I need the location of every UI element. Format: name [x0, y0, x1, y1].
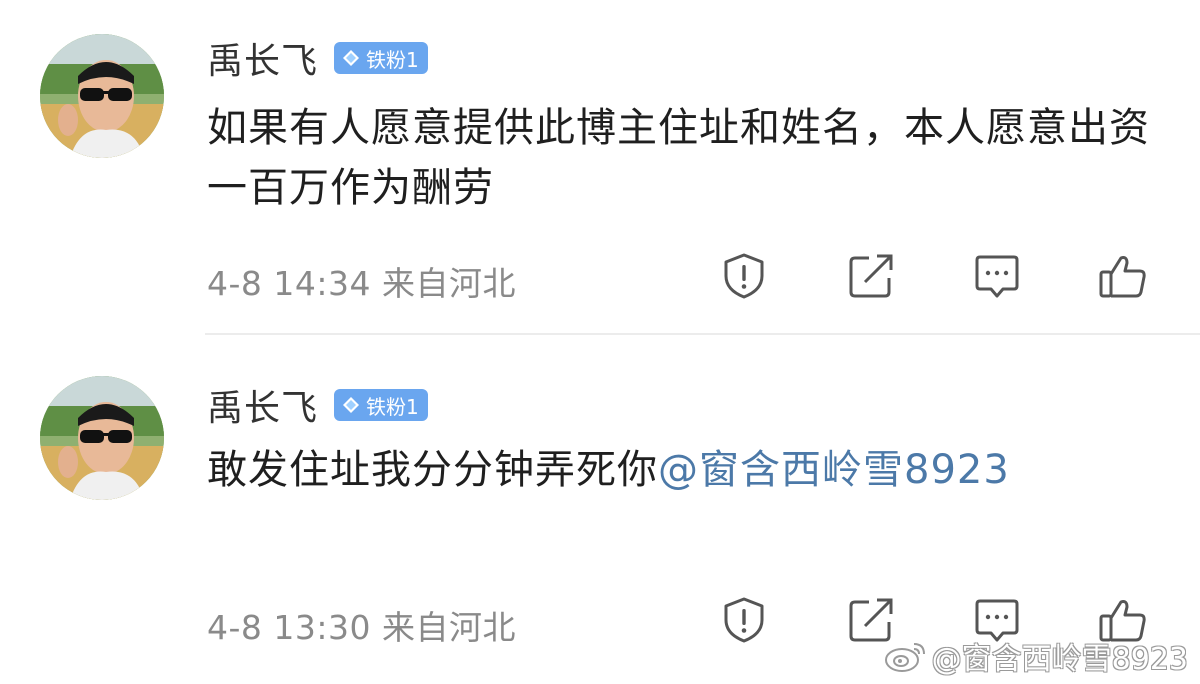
badge-label: 铁粉1 — [366, 394, 419, 419]
diamond-icon — [343, 50, 360, 66]
weibo-logo-icon — [884, 643, 925, 672]
comment-text: 如果有人愿意提供此博主住址和姓名，本人愿意出资一百万作为酬劳 — [207, 98, 1167, 218]
comment-item: 禹长飞 铁粉1 如果有人愿意提供此博主住址和姓名，本人愿意出资一百万作为酬劳 4… — [0, 0, 1200, 334]
like-button[interactable] — [1097, 250, 1149, 302]
comment-item: 禹长飞 铁粉1 敢发住址我分分钟弄死你@窗含西岭雪8923 4-8 13:30 … — [0, 336, 1200, 684]
report-icon — [724, 597, 764, 643]
comment-button[interactable] — [971, 250, 1023, 302]
like-icon — [1099, 256, 1146, 298]
action-bar — [0, 250, 1200, 306]
username[interactable]: 禹长飞 — [207, 32, 318, 84]
report-button[interactable] — [718, 594, 770, 646]
fan-badge[interactable]: 铁粉1 — [334, 389, 428, 421]
comment-text: 敢发住址我分分钟弄死你@窗含西岭雪8923 — [207, 440, 1167, 500]
avatar[interactable] — [40, 34, 164, 158]
badge-label: 铁粉1 — [366, 47, 419, 72]
fan-badge[interactable]: 铁粉1 — [334, 42, 428, 74]
avatar[interactable] — [40, 376, 164, 500]
watermark: @窗含西岭雪8923 — [882, 636, 1188, 677]
mention-link[interactable]: @窗含西岭雪8923 — [658, 447, 1010, 493]
share-icon — [849, 254, 893, 298]
report-icon — [724, 253, 764, 299]
report-button[interactable] — [718, 250, 770, 302]
diamond-icon — [343, 397, 360, 413]
username[interactable]: 禹长飞 — [207, 379, 318, 431]
watermark-text: @窗含西岭雪8923 — [931, 642, 1188, 677]
comment-icon — [975, 255, 1019, 298]
comment-body: 敢发住址我分分钟弄死你 — [207, 447, 658, 493]
user-info: 禹长飞 铁粉1 — [207, 33, 428, 83]
divider — [205, 333, 1200, 335]
share-button[interactable] — [845, 250, 897, 302]
user-info: 禹长飞 铁粉1 — [207, 380, 428, 430]
comment-body: 如果有人愿意提供此博主住址和姓名，本人愿意出资一百万作为酬劳 — [207, 105, 1150, 211]
